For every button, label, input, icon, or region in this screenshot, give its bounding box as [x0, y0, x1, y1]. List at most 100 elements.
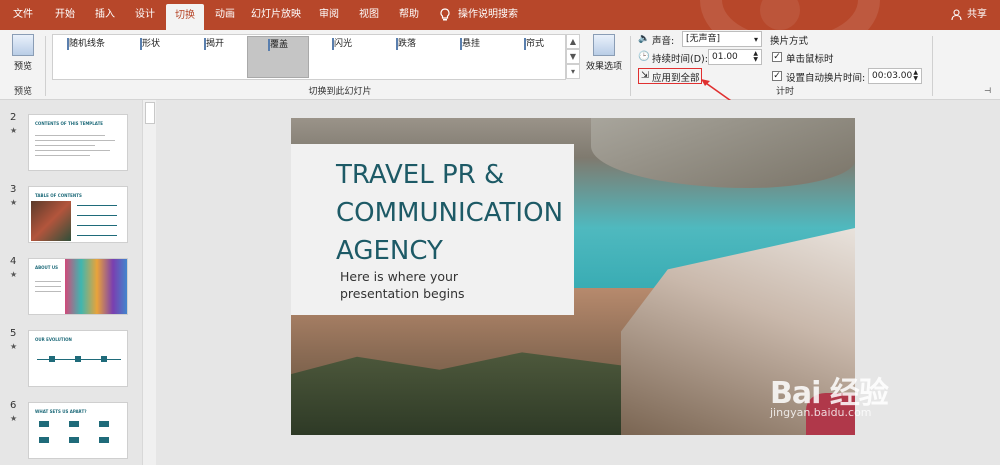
slide-number: 2: [10, 112, 17, 123]
thumb-line: [35, 286, 61, 287]
tab-slideshow[interactable]: 幻灯片放映: [248, 0, 304, 30]
thumb-block: [99, 437, 109, 443]
gallery-scroll-down-button[interactable]: ▼: [566, 49, 580, 64]
sound-label: 声音:: [652, 36, 675, 47]
preview-button[interactable]: 预览: [4, 34, 42, 72]
lightbulb-icon: [438, 0, 452, 30]
effect-options-button[interactable]: 效果选项: [584, 34, 624, 72]
effect-options-icon: [593, 34, 615, 56]
thumb-block: [69, 421, 79, 427]
thumbnail-scrollbar[interactable]: [142, 100, 156, 465]
gallery-scroll-up-button[interactable]: ▲: [566, 34, 580, 49]
apply-to-all-button[interactable]: 应用到全部: [652, 70, 700, 84]
tab-insert[interactable]: 插入: [88, 0, 122, 30]
transition-label: 帘式: [525, 39, 544, 49]
slide-thumbnail-5[interactable]: OUR EVOLUTION: [28, 330, 128, 387]
transition-curtains[interactable]: 帘式: [503, 36, 565, 78]
duration-value: 01.00: [712, 52, 738, 62]
transition-random-bars[interactable]: 随机线条: [55, 36, 117, 78]
thumb-block: [69, 437, 79, 443]
sound-dropdown[interactable]: [无声音] ▾: [682, 31, 762, 47]
slide-subtitle-line1: Here is where your: [340, 269, 459, 284]
after-time-label: 设置自动换片时间:: [786, 73, 866, 84]
thumb-node: [49, 356, 55, 362]
ribbon-divider: [630, 36, 631, 96]
transition-label: 揭开: [205, 39, 224, 49]
tab-review[interactable]: 审阅: [312, 0, 346, 30]
spinner-icon: ▲ ▼: [913, 69, 918, 82]
slide-number: 4: [10, 256, 17, 267]
thumb-line: [77, 235, 117, 236]
thumbnail-title: ABOUT US: [35, 265, 59, 270]
tab-home[interactable]: 开始: [48, 0, 82, 30]
tab-design[interactable]: 设计: [128, 0, 162, 30]
slide-title-line1: TRAVEL PR &: [336, 160, 505, 190]
after-time-checkbox[interactable]: ✓: [772, 71, 782, 81]
scrollbar-thumb[interactable]: [145, 102, 155, 124]
transition-fall-over[interactable]: 跌落: [375, 36, 437, 78]
slide-title-line3: AGENCY: [336, 236, 443, 266]
slide-title-box[interactable]: TRAVEL PR & COMMUNICATION AGENCY Here is…: [291, 144, 574, 315]
slide-number: 3: [10, 184, 17, 195]
thumb-line: [35, 281, 61, 282]
user-icon: [950, 0, 962, 30]
pin-ribbon-icon[interactable]: ⊣: [984, 86, 991, 95]
tab-transitions[interactable]: 切换: [166, 4, 204, 30]
slide-thumbnail-6[interactable]: WHAT SETS US APART?: [28, 402, 128, 459]
transition-star-icon: ★: [10, 342, 18, 351]
share-button[interactable]: 共享: [962, 0, 992, 30]
transition-cover[interactable]: 覆盖: [247, 36, 309, 78]
after-time-value: 00:03.00: [872, 71, 913, 81]
on-click-checkbox[interactable]: ✓: [772, 52, 782, 62]
transition-label: 随机线条: [68, 39, 105, 49]
thumb-line: [77, 205, 117, 206]
after-time-input[interactable]: 00:03.00 ▲ ▼: [868, 68, 922, 84]
tab-animations[interactable]: 动画: [208, 0, 242, 30]
apply-all-icon: ⇲: [641, 70, 649, 81]
transition-star-icon: ★: [10, 414, 18, 423]
thumbnail-title: TABLE OF CONTENTS: [35, 193, 82, 198]
tab-file[interactable]: 文件: [6, 0, 40, 30]
thumb-block: [39, 437, 49, 443]
ribbon-tab-bar: 文件 开始 插入 设计 切换 动画 幻灯片放映 审阅 视图 帮助 操作说明搜索 …: [0, 0, 1000, 60]
thumbnail-title: CONTENTS OF THIS TEMPLATE: [35, 121, 104, 126]
transition-uncover[interactable]: 揭开: [183, 36, 245, 78]
thumb-line: [35, 150, 110, 151]
thumb-node: [75, 356, 81, 362]
slide-title-line2: COMMUNICATION: [336, 198, 564, 228]
tab-view[interactable]: 视图: [352, 0, 386, 30]
gallery-more-button[interactable]: ▾: [566, 64, 580, 79]
transition-label: 跌落: [397, 39, 416, 49]
tell-me-search[interactable]: 操作说明搜索: [456, 0, 520, 30]
slide-thumbnail-4[interactable]: ABOUT US: [28, 258, 128, 315]
baidu-watermark: Bai 经验 jingyan.baidu.com: [770, 368, 889, 419]
duration-input[interactable]: 01.00 ▲ ▼: [708, 49, 762, 65]
thumbnail-photo: [65, 259, 127, 314]
thumb-line: [35, 155, 90, 156]
thumb-line: [77, 215, 117, 216]
slide-number: 5: [10, 328, 17, 339]
watermark-url: jingyan.baidu.com: [770, 406, 872, 419]
transition-flash[interactable]: 闪光: [311, 36, 373, 78]
speaker-icon: 🔈: [638, 33, 650, 44]
preview-icon: [12, 34, 34, 56]
thumb-line: [77, 225, 117, 226]
effect-options-label: 效果选项: [585, 62, 622, 72]
duration-label: 持续时间(D):: [652, 54, 708, 65]
tab-help[interactable]: 帮助: [392, 0, 426, 30]
ribbon: 预览 预览 随机线条 形状 揭开 覆盖 闪光 跌落 悬挂 帘式 ▲ ▼ ▾ 效果…: [0, 30, 1000, 104]
thumbnail-photo: [31, 201, 71, 241]
transition-shape[interactable]: 形状: [119, 36, 181, 78]
transition-star-icon: ★: [10, 270, 18, 279]
thumb-line: [35, 140, 115, 141]
thumb-line: [35, 291, 61, 292]
spinner-icon: ▲ ▼: [753, 50, 758, 63]
transition-drape[interactable]: 悬挂: [439, 36, 501, 78]
thumb-line: [35, 145, 95, 146]
sound-value: [无声音]: [686, 34, 721, 44]
slide-thumbnail-3[interactable]: TABLE OF CONTENTS: [28, 186, 128, 243]
slide-thumbnail-2[interactable]: CONTENTS OF THIS TEMPLATE: [28, 114, 128, 171]
thumb-node: [101, 356, 107, 362]
transition-gallery: 随机线条 形状 揭开 覆盖 闪光 跌落 悬挂 帘式: [52, 34, 566, 80]
advance-slide-title: 换片方式: [770, 36, 809, 47]
